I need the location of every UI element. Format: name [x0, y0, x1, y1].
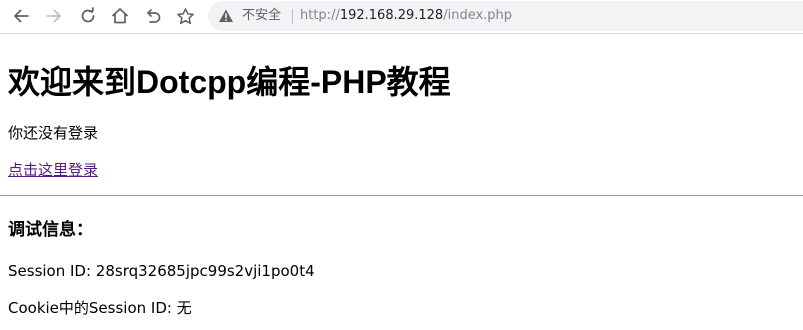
- page-content: 欢迎来到Dotcpp编程-PHP教程 你还没有登录 点击这里登录 调试信息： S…: [0, 34, 803, 330]
- divider: [0, 195, 803, 196]
- page-title: 欢迎来到Dotcpp编程-PHP教程: [8, 64, 451, 100]
- url-scheme: http://: [300, 8, 340, 23]
- url-path: /index.php: [443, 8, 513, 23]
- url-text[interactable]: http://192.168.29.128/index.php: [300, 7, 512, 25]
- session-id-text: Session ID: 28srq32685jpc99s2vji1po0t4: [8, 262, 315, 280]
- url-host: 192.168.29.128: [339, 8, 444, 23]
- star-icon: [176, 7, 194, 24]
- address-bar[interactable]: 不安全 http://192.168.29.128/index.php: [208, 1, 803, 31]
- reload-icon: [81, 7, 95, 23]
- home-icon: [112, 8, 128, 24]
- security-label[interactable]: 不安全: [242, 7, 281, 25]
- bookmark-button[interactable]: [174, 5, 196, 27]
- arrow-left-icon: [14, 9, 29, 23]
- debug-info-heading: 调试信息：: [8, 220, 93, 240]
- cookie-session-id-text: Cookie中的Session ID: 无: [8, 299, 192, 317]
- warning-triangle-icon: [219, 9, 233, 22]
- arrow-right-icon: [46, 9, 61, 23]
- back-button[interactable]: [10, 5, 32, 27]
- address-separator: [292, 9, 293, 24]
- forward-button[interactable]: [43, 5, 65, 27]
- login-link[interactable]: 点击这里登录: [8, 160, 98, 180]
- undo-button[interactable]: [142, 5, 164, 27]
- login-status-text: 你还没有登录: [8, 124, 99, 142]
- undo-icon: [147, 9, 161, 23]
- reload-button[interactable]: [77, 5, 99, 27]
- home-button[interactable]: [109, 5, 131, 27]
- browser-toolbar: 不安全 http://192.168.29.128/index.php: [0, 0, 803, 34]
